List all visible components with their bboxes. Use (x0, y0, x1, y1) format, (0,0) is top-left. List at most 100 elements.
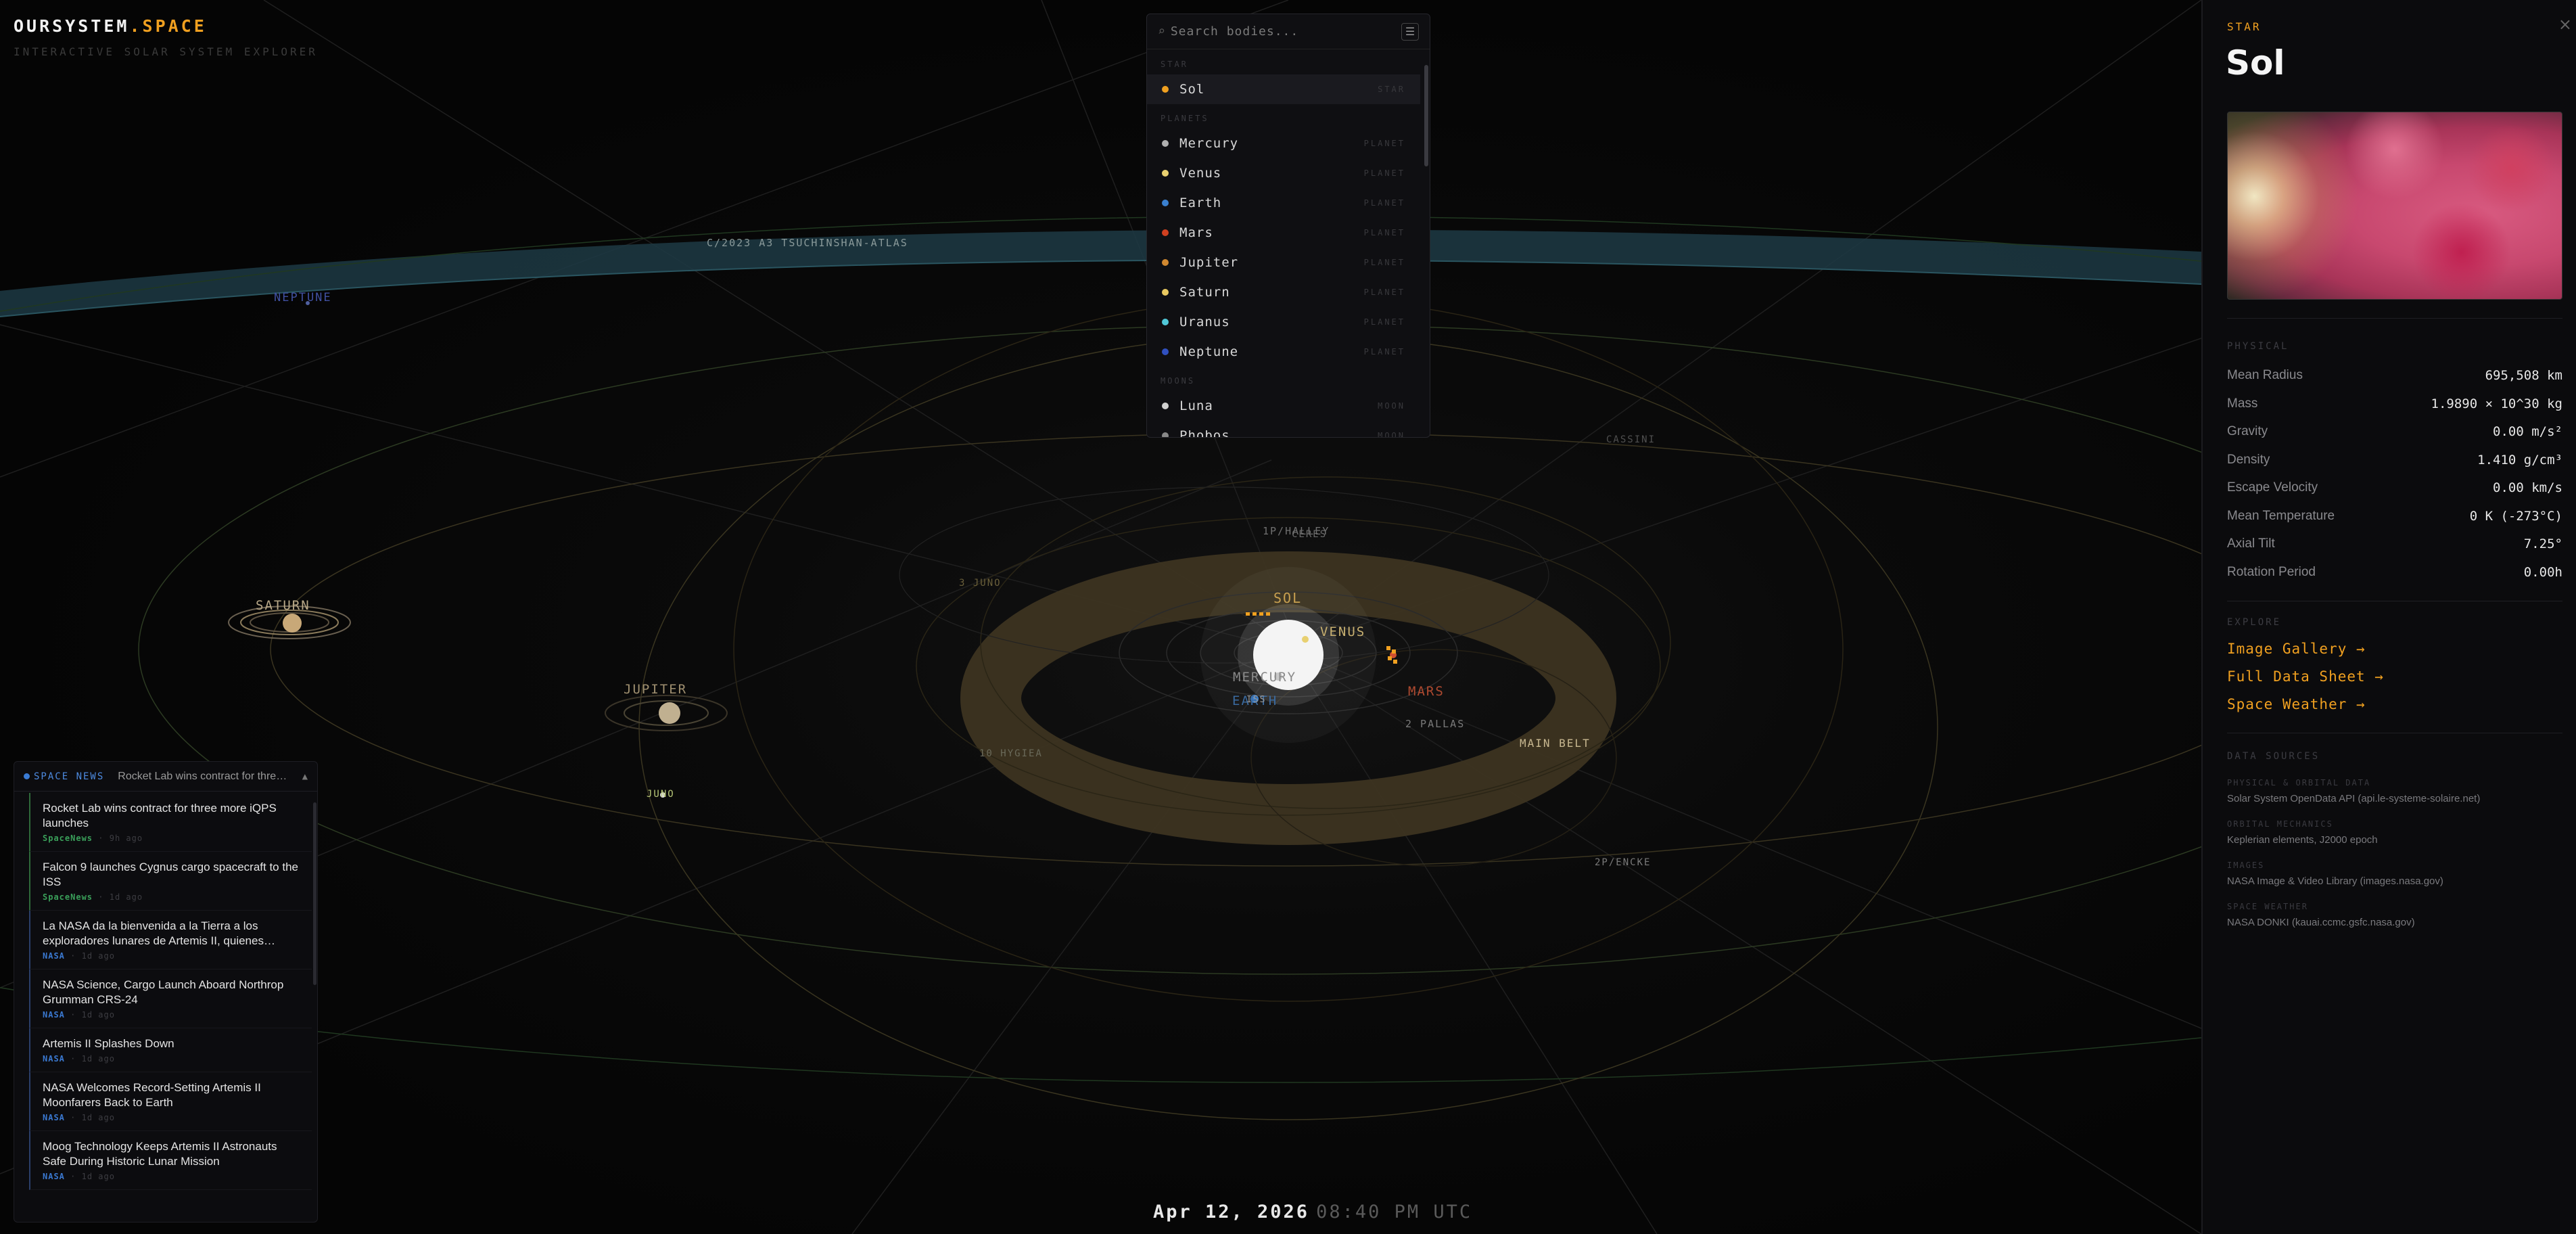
news-list[interactable]: Rocket Lab wins contract for three more … (14, 793, 312, 1222)
data-source-value: Keplerian elements, J2000 epoch (2227, 834, 2378, 846)
body-color-dot-icon (1162, 319, 1169, 325)
orbit-scene[interactable] (0, 0, 2201, 1234)
news-item[interactable]: Falcon 9 launches Cygnus cargo spacecraf… (29, 852, 312, 911)
search-input[interactable] (1170, 24, 1401, 39)
search-result-luna[interactable]: Luna MOON (1147, 391, 1420, 421)
news-headline[interactable]: NASA Welcomes Record-Setting Artemis II … (43, 1080, 304, 1110)
explore-section-title: EXPLORE (2227, 617, 2282, 628)
search-result-type: PLANET (1363, 198, 1405, 208)
image-gallery-link[interactable]: Image Gallery → (2227, 641, 2366, 657)
datetime-display: Apr 12, 2026 08:40 PM UTC (1153, 1202, 1472, 1222)
news-live-dot-icon (24, 773, 30, 779)
news-item[interactable]: NASA Science, Cargo Launch Aboard Northr… (29, 969, 312, 1028)
sol-label[interactable]: SOL (1273, 590, 1302, 606)
news-item[interactable]: Artemis II Splashes Down NASA · 1d ago (29, 1028, 312, 1072)
search-result-type: PLANET (1363, 139, 1405, 148)
jupiter-planet[interactable] (605, 695, 728, 731)
current-time: 08:40 PM UTC (1316, 1202, 1473, 1222)
body-color-dot-icon (1162, 259, 1169, 266)
news-age: 1d ago (81, 1113, 115, 1122)
news-age: 1d ago (81, 1054, 115, 1064)
neptune-label[interactable]: NEPTUNE (274, 291, 332, 304)
stat-label: Escape Velocity (2227, 480, 2318, 495)
data-source-value: NASA Image & Video Library (images.nasa.… (2227, 875, 2443, 887)
pallas-label[interactable]: 2 PALLAS (1405, 718, 1465, 730)
space-weather-link[interactable]: Space Weather → (2227, 696, 2366, 712)
search-bar: ⌕ ☰ (1147, 14, 1430, 49)
search-result-phobos[interactable]: Phobos MOON (1147, 421, 1420, 437)
search-result-mars[interactable]: Mars PLANET (1147, 218, 1420, 248)
comet-atlas-label[interactable]: C/2023 A3 TSUCHINSHAN-ATLAS (707, 237, 908, 249)
search-result-jupiter[interactable]: Jupiter PLANET (1147, 248, 1420, 277)
news-headline[interactable]: La NASA da la bienvenida a la Tierra a l… (43, 919, 304, 949)
body-color-dot-icon (1162, 86, 1169, 93)
search-result-name: Sol (1179, 82, 1205, 97)
search-group-header: MOONS (1161, 376, 1196, 386)
search-result-type: MOON (1378, 431, 1405, 437)
search-icon: ⌕ (1158, 24, 1165, 39)
news-headline[interactable]: NASA Science, Cargo Launch Aboard Northr… (43, 978, 304, 1007)
solar-system-viewport[interactable]: C/2023 A3 TSUCHINSHAN-ATLAS NEPTUNE CASS… (0, 0, 2201, 1234)
search-result-venus[interactable]: Venus PLANET (1147, 158, 1420, 188)
data-source-value: NASA DONKI (kauai.ccmc.gsfc.nasa.gov) (2227, 917, 2415, 928)
iss-label[interactable]: ISS (1246, 695, 1266, 705)
mercury-label[interactable]: MERCURY (1233, 670, 1296, 685)
stat-value: 0 K (-273°C) (2469, 508, 2562, 524)
stat-value: 1.9890 × 10^30 kg (2431, 396, 2562, 411)
stat-label: Mean Radius (2227, 368, 2303, 382)
encke-label[interactable]: 2P/ENCKE (1595, 857, 1651, 868)
body-image[interactable] (2227, 112, 2562, 300)
body-name: Sol (2226, 43, 2285, 83)
search-result-type: PLANET (1363, 347, 1405, 357)
search-result-uranus[interactable]: Uranus PLANET (1147, 307, 1420, 337)
venus-planet[interactable] (1302, 636, 1309, 643)
search-scrollbar[interactable] (1424, 65, 1428, 166)
body-color-dot-icon (1162, 140, 1169, 147)
mars-label[interactable]: MARS (1408, 684, 1445, 699)
news-separator: · (64, 951, 82, 961)
search-result-sol[interactable]: Sol STAR (1147, 74, 1420, 104)
news-headline[interactable]: Moog Technology Keeps Artemis II Astrona… (43, 1139, 304, 1169)
news-item[interactable]: Rocket Lab wins contract for three more … (29, 793, 312, 852)
news-source: NASA (43, 1172, 65, 1181)
search-result-saturn[interactable]: Saturn PLANET (1147, 277, 1420, 307)
news-headline[interactable]: Rocket Lab wins contract for three more … (43, 801, 304, 831)
search-result-earth[interactable]: Earth PLANET (1147, 188, 1420, 218)
physical-section-title: PHYSICAL (2227, 341, 2289, 352)
news-age: 1d ago (81, 951, 115, 961)
ceres-label[interactable]: CERES (1292, 529, 1327, 540)
news-label: SPACE NEWS (34, 771, 105, 782)
stat-row: Mean Temperature 0 K (-273°C) (2227, 502, 2562, 530)
venus-label[interactable]: VENUS (1320, 624, 1365, 639)
search-result-name: Earth (1179, 196, 1222, 210)
news-item[interactable]: NASA Welcomes Record-Setting Artemis II … (29, 1072, 312, 1131)
news-item[interactable]: Moog Technology Keeps Artemis II Astrona… (29, 1131, 312, 1190)
body-color-dot-icon (1162, 200, 1169, 206)
main-belt-label[interactable]: MAIN BELT (1520, 737, 1591, 750)
news-item[interactable]: La NASA da la bienvenida a la Tierra a l… (29, 911, 312, 969)
saturn-label[interactable]: SATURN (256, 598, 310, 613)
juno-probe-label[interactable]: JUNO (647, 789, 675, 800)
jupiter-label[interactable]: JUPITER (624, 682, 687, 697)
search-results-list[interactable]: STAR Sol STAR PLANETS Mercury PLANET Venus PLAN… (1147, 50, 1420, 437)
news-header[interactable]: SPACE NEWS Rocket Lab wins contract for … (14, 762, 317, 792)
news-headline[interactable]: Artemis II Splashes Down (43, 1036, 304, 1051)
close-icon[interactable]: × (2558, 15, 2572, 34)
app-title: OURSYSTEM.SPACE (14, 16, 318, 36)
stat-value: 1.410 g/cm³ (2477, 452, 2562, 467)
news-headline[interactable]: Falcon 9 launches Cygnus cargo spacecraf… (43, 860, 304, 890)
juno-asteroid-label[interactable]: 3 JUNO (959, 578, 1002, 589)
news-scrollbar[interactable] (313, 802, 317, 985)
collapse-chevron-up-icon[interactable]: ▲ (302, 771, 308, 782)
cassini-label[interactable]: CASSINI (1606, 434, 1656, 445)
filter-icon[interactable]: ☰ (1401, 22, 1419, 41)
hygiea-label[interactable]: 10 HYGIEA (979, 748, 1043, 759)
full-data-sheet-link[interactable]: Full Data Sheet → (2227, 668, 2384, 685)
news-ticker[interactable]: Rocket Lab wins contract for three more … (118, 771, 292, 783)
data-source-value: Solar System OpenData API (api.le-system… (2227, 793, 2481, 804)
search-result-mercury[interactable]: Mercury PLANET (1147, 129, 1420, 158)
search-result-neptune[interactable]: Neptune PLANET (1147, 337, 1420, 367)
neptune-orbit (0, 216, 2201, 1083)
search-result-name: Mercury (1179, 136, 1239, 151)
search-result-type: PLANET (1363, 288, 1405, 297)
